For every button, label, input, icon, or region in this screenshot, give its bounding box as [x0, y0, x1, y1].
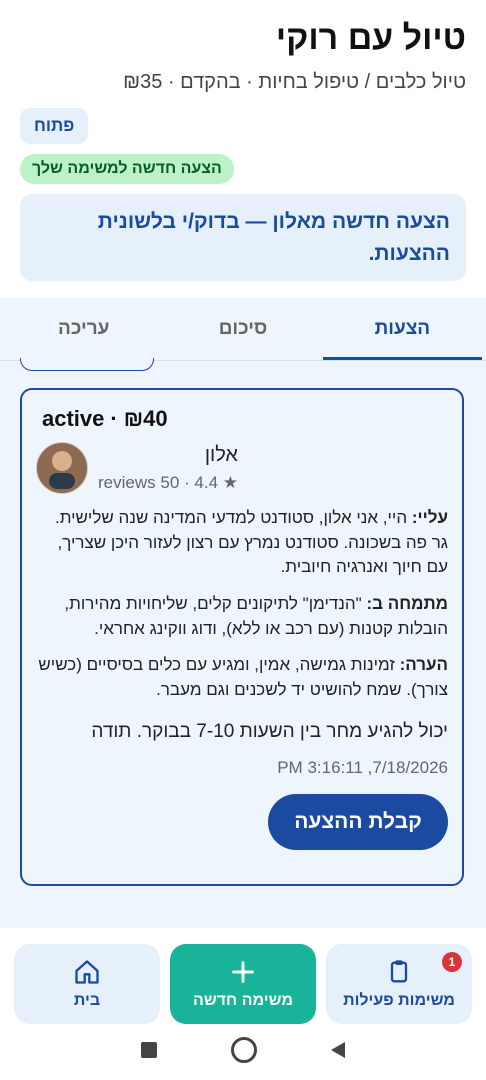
expertise-label: מתמחה ב:: [366, 593, 448, 613]
nav-home-button[interactable]: בית: [14, 944, 160, 1024]
offer-filter-pill[interactable]: [20, 358, 154, 371]
note-label: הערה:: [399, 655, 448, 675]
user-avatar-icon: [37, 443, 87, 493]
back-icon[interactable]: [331, 1042, 345, 1058]
expertise-section: מתמחה ב: "הנדימן" לתיקונים קלים, שליחויו…: [36, 592, 448, 641]
system-nav: [0, 1030, 486, 1070]
nav-new-task-button[interactable]: משימה חדשה: [170, 944, 316, 1024]
home-circle-icon[interactable]: [231, 1037, 257, 1063]
helper-profile: אלון ★ 4.4 · 50 reviews: [36, 442, 448, 494]
nav-active-tasks-button[interactable]: משימות פעילות 1: [326, 944, 472, 1024]
note-text: זמינות גמישה, אמין, ומגיע עם כלים בסיסיי…: [38, 655, 448, 699]
new-offer-chip: הצעה חדשה למשימה שלך: [20, 154, 234, 185]
new-offer-notice: הצעה חדשה מאלון — בדוק/י בלשונית ההצעות.: [20, 194, 466, 282]
offer-message: יכול להגיע מחר בין השעות 7-10 בבוקר. תוד…: [91, 721, 448, 743]
status-chip-open: פתוח: [20, 108, 89, 145]
about-label: עליי:: [411, 508, 448, 527]
app-root: טיול עם רוקי טיול כלבים / טיפול בחיות · …: [0, 0, 486, 1080]
plus-icon: [232, 961, 254, 983]
accept-offer-button[interactable]: קבלת ההצעה: [268, 794, 448, 851]
avatar: [36, 442, 88, 494]
nav-home-label: בית: [73, 992, 101, 1009]
tab-edit[interactable]: עריכה: [4, 298, 163, 360]
bottom-nav: משימות פעילות 1 משימה חדשה בית: [14, 944, 472, 1024]
offer-header: ₪40 · active: [36, 406, 448, 432]
page-title: טיול עם רוקי: [275, 19, 466, 57]
tab-summary[interactable]: סיכום: [163, 298, 322, 360]
tab-offers[interactable]: הצעות: [322, 298, 483, 360]
nav-new-task-label: משימה חדשה: [193, 992, 293, 1009]
offer-dot: ·: [110, 406, 118, 431]
offer-card: ₪40 · active אלון ★ 4.4 · 50 reviews עלי…: [20, 388, 464, 886]
tabs: הצעות סיכום עריכה: [0, 298, 486, 360]
status-chips: פתוח הצעה חדשה למשימה שלך: [20, 108, 466, 185]
clipboard-icon: [390, 960, 408, 983]
nav-active-tasks-label: משימות פעילות: [343, 992, 455, 1009]
helper-rating: ★ 4.4 · 50 reviews: [98, 472, 238, 492]
helper-name: אלון: [204, 443, 238, 466]
page-subtitle: טיול כלבים / טיפול בחיות · בהקדם · ₪35: [123, 71, 466, 94]
offer-status: active: [42, 406, 105, 431]
home-icon: [75, 960, 99, 984]
notification-badge: 1: [442, 952, 462, 972]
about-text: היי, אני אלון, סטודנט למדעי המדינה שנה ש…: [54, 508, 448, 577]
header: טיול עם רוקי טיול כלבים / טיפול בחיות · …: [0, 0, 486, 185]
recents-icon[interactable]: [141, 1042, 157, 1058]
helper-info: אלון ★ 4.4 · 50 reviews: [98, 444, 238, 493]
offer-price: ₪40: [123, 406, 168, 431]
offer-timestamp: 7/18/2026, 3:16:11 PM: [277, 758, 448, 778]
note-section: הערה: זמינות גמישה, אמין, ומגיע עם כלים …: [36, 653, 448, 702]
about-section: עליי: היי, אני אלון, סטודנט למדעי המדינה…: [36, 506, 448, 580]
